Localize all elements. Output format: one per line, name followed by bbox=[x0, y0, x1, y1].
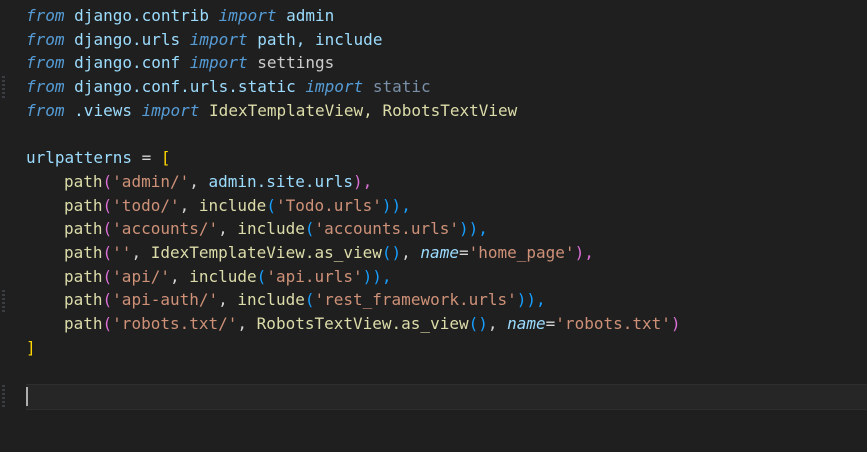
code-line: path('', IdexTemplateView.as_view(), nam… bbox=[64, 242, 594, 262]
change-marker bbox=[2, 76, 5, 99]
route-string: 'robots.txt/' bbox=[112, 313, 238, 333]
module-name: django.contrib bbox=[74, 6, 210, 25]
module-name: .views bbox=[74, 100, 132, 120]
function-call: include bbox=[189, 266, 257, 286]
route-string: 'todo/' bbox=[112, 195, 180, 215]
route-string: '' bbox=[112, 242, 132, 262]
variable-name: urlpatterns bbox=[26, 148, 132, 168]
code-editor[interactable]: from django.contrib import admin from dj… bbox=[0, 0, 867, 452]
code-line: path('api-auth/', include('rest_framewor… bbox=[64, 290, 546, 310]
name-string: 'robots.txt' bbox=[555, 313, 671, 333]
function-call: path bbox=[64, 266, 103, 286]
route-string: 'accounts/' bbox=[112, 219, 219, 239]
name-string: 'home_page' bbox=[468, 242, 575, 262]
module-name: django.urls bbox=[74, 29, 181, 49]
open-bracket: [ bbox=[160, 148, 171, 168]
module-name: django.conf.urls.static bbox=[74, 77, 296, 97]
keyword-import: import bbox=[189, 53, 248, 73]
keyword-import: import bbox=[305, 77, 364, 97]
function-call: path bbox=[64, 171, 103, 191]
code-line: urlpatterns = [ bbox=[26, 146, 867, 170]
keyword-from: from bbox=[26, 100, 65, 120]
keyword-argument: name bbox=[507, 313, 546, 333]
change-marker bbox=[2, 385, 5, 407]
method-call: .as_view bbox=[391, 313, 469, 333]
code-line: path('robots.txt/', RobotsTextView.as_vi… bbox=[64, 313, 681, 333]
function-call: path bbox=[64, 219, 103, 239]
code-line: path('api/', include('api.urls')), bbox=[64, 266, 392, 286]
function-call: path bbox=[64, 313, 103, 333]
text-cursor bbox=[26, 387, 28, 406]
function-call: include bbox=[237, 219, 305, 239]
code-line: from django.conf.urls.static import stat… bbox=[26, 75, 867, 99]
include-string: 'Todo.urls' bbox=[275, 195, 382, 215]
code-line: path('admin/', admin.site.urls), bbox=[64, 171, 373, 191]
route-string: 'api/' bbox=[112, 266, 170, 286]
module-name: django.conf bbox=[74, 53, 181, 73]
code-line: from django.contrib import admin bbox=[26, 4, 867, 28]
function-call: include bbox=[237, 290, 305, 310]
keyword-import: import bbox=[189, 29, 248, 49]
keyword-import: import bbox=[218, 6, 277, 25]
code-line: ] bbox=[26, 336, 867, 360]
class-name: IdexTemplateView bbox=[150, 242, 305, 262]
imported-names: admin bbox=[286, 6, 335, 25]
code-line: from django.conf import settings bbox=[26, 51, 867, 75]
imported-names: settings bbox=[257, 53, 335, 73]
route-string: 'admin/' bbox=[112, 171, 190, 191]
route-string: 'api-auth/' bbox=[112, 290, 219, 310]
include-string: 'accounts.urls' bbox=[314, 219, 459, 239]
code-line: path('accounts/', include('accounts.urls… bbox=[64, 219, 488, 239]
function-call: path bbox=[64, 242, 103, 262]
code-line: path('todo/', include('Todo.urls')), bbox=[64, 195, 411, 215]
current-line-highlight bbox=[26, 384, 867, 410]
keyword-argument: name bbox=[420, 242, 459, 262]
include-string: 'api.urls' bbox=[266, 266, 363, 286]
close-bracket: ] bbox=[26, 337, 36, 357]
function-call: path bbox=[64, 290, 103, 310]
change-marker bbox=[2, 290, 5, 314]
code-line: from django.urls import path, include bbox=[26, 28, 867, 52]
class-name: RobotsTextView bbox=[256, 313, 392, 333]
method-call: .as_view bbox=[304, 242, 382, 262]
code-area[interactable]: from django.contrib import admin from dj… bbox=[26, 4, 867, 359]
function-call: path bbox=[64, 195, 103, 215]
assign-operator: = bbox=[131, 148, 161, 168]
imported-names: path, include bbox=[257, 29, 383, 49]
code-line: from .views import IdexTemplateView, Rob… bbox=[26, 99, 867, 123]
keyword-from: from bbox=[26, 29, 65, 49]
imported-names: IdexTemplateView, RobotsTextView bbox=[209, 100, 518, 120]
imported-names: static bbox=[372, 77, 431, 97]
keyword-from: from bbox=[26, 53, 65, 73]
keyword-import: import bbox=[141, 100, 200, 120]
include-string: 'rest_framework.urls' bbox=[314, 290, 517, 310]
keyword-from: from bbox=[26, 77, 65, 97]
view-target: admin.site.urls bbox=[208, 171, 354, 191]
function-call: include bbox=[198, 195, 267, 215]
keyword-from: from bbox=[26, 6, 65, 25]
